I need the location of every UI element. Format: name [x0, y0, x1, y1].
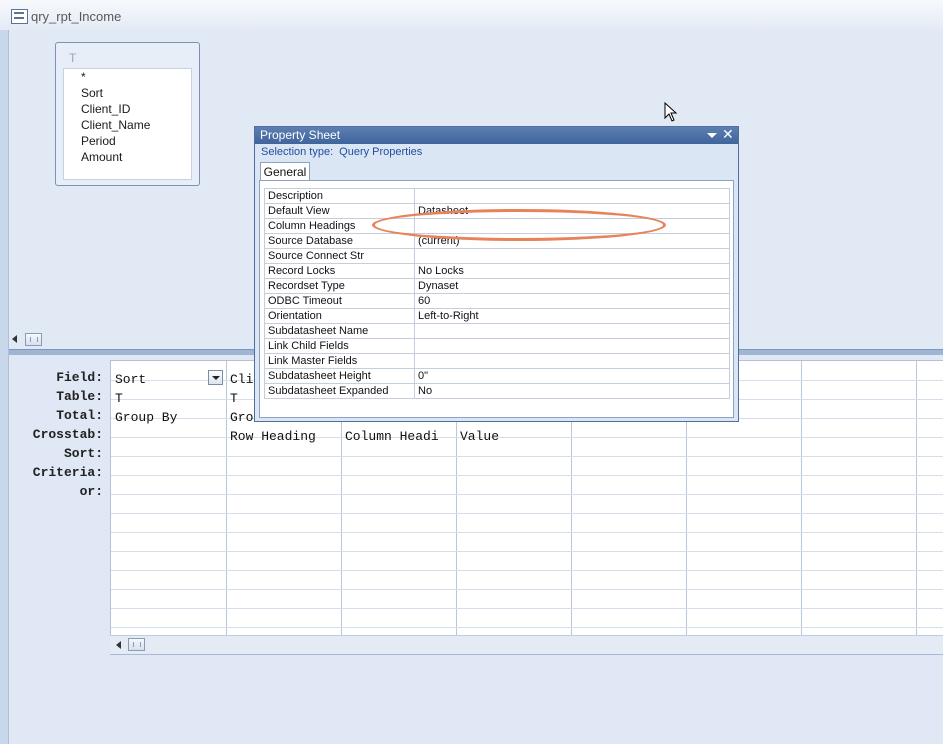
- property-row[interactable]: Record Locks No Locks: [264, 264, 730, 279]
- grid-cell-crosstab[interactable]: Value: [460, 427, 568, 446]
- selection-type-value: Query Properties: [339, 146, 423, 158]
- grid-cell-crosstab[interactable]: Row Heading: [230, 427, 338, 446]
- property-value[interactable]: No Locks: [418, 264, 464, 278]
- scroll-left-arrow-icon[interactable]: [116, 641, 121, 649]
- row-label-field: Field:: [56, 370, 103, 385]
- grid-cell-table[interactable]: T: [115, 389, 223, 408]
- grid-row-labels: Field: Table: Total: Crosstab: Sort: Cri…: [0, 368, 103, 501]
- window-titlebar: qry_rpt_Income: [0, 0, 943, 31]
- grid-cell-total[interactable]: Group By: [115, 408, 223, 427]
- property-sheet-header[interactable]: Property Sheet ✕: [255, 126, 738, 144]
- field-list[interactable]: * Sort Client_ID Client_Name Period Amou…: [63, 68, 192, 180]
- field-list-item[interactable]: Period: [64, 133, 191, 149]
- row-label-sort: Sort:: [63, 446, 103, 461]
- property-key: Default View: [268, 205, 330, 217]
- property-row[interactable]: Subdatasheet Height 0": [264, 369, 730, 384]
- property-key: Subdatasheet Name: [268, 325, 369, 337]
- row-label-table: Table:: [56, 389, 103, 404]
- close-icon[interactable]: ✕: [722, 126, 734, 143]
- property-key: ODBC Timeout: [268, 295, 342, 307]
- grid-cell-field[interactable]: Sort: [115, 370, 210, 389]
- property-key: Recordset Type: [268, 280, 345, 292]
- property-value[interactable]: Dynaset: [418, 279, 458, 293]
- dropdown-arrow-icon[interactable]: [707, 133, 717, 138]
- grid-scrollbar[interactable]: [110, 635, 943, 655]
- scroll-thumb[interactable]: [128, 638, 145, 651]
- scroll-thumb[interactable]: [25, 333, 42, 346]
- tab-general[interactable]: General: [260, 162, 310, 181]
- property-row[interactable]: ODBC Timeout 60: [264, 294, 730, 309]
- property-key: Source Database: [268, 235, 353, 247]
- field-list-item[interactable]: Amount: [64, 149, 191, 165]
- property-row[interactable]: Link Master Fields: [264, 354, 730, 369]
- highlight-ellipse: [372, 209, 666, 241]
- property-sheet-title: Property Sheet: [260, 128, 341, 142]
- property-key: Record Locks: [268, 265, 336, 277]
- property-value[interactable]: Left-to-Right: [418, 309, 479, 323]
- field-list-item[interactable]: Client_ID: [64, 101, 191, 117]
- row-label-crosstab: Crosstab:: [32, 427, 103, 442]
- field-list-item[interactable]: *: [64, 69, 191, 85]
- property-row[interactable]: Orientation Left-to-Right: [264, 309, 730, 324]
- field-list-item[interactable]: Sort: [64, 85, 191, 101]
- property-key: Orientation: [268, 310, 322, 322]
- property-key: Source Connect Str: [268, 250, 364, 262]
- property-value[interactable]: No: [418, 384, 432, 398]
- mouse-cursor-icon: [664, 102, 678, 122]
- selection-type: Selection type: Query Properties: [261, 146, 422, 158]
- field-list-item[interactable]: Client_Name: [64, 117, 191, 133]
- property-row[interactable]: Subdatasheet Expanded No: [264, 384, 730, 399]
- property-key: Link Child Fields: [268, 340, 349, 352]
- row-label-or: or:: [79, 484, 103, 499]
- property-row[interactable]: Recordset Type Dynaset: [264, 279, 730, 294]
- grid-cell-crosstab[interactable]: Column Headi: [345, 427, 455, 446]
- property-sheet[interactable]: Property Sheet ✕ Selection type: Query Pr…: [254, 126, 739, 422]
- property-value[interactable]: 60: [418, 294, 430, 308]
- table-field-list-title: T: [69, 51, 77, 65]
- property-row[interactable]: Link Child Fields: [264, 339, 730, 354]
- field-dropdown-button[interactable]: [208, 370, 223, 385]
- table-field-list[interactable]: T * Sort Client_ID Client_Name Period Am…: [55, 42, 200, 186]
- property-key: Subdatasheet Expanded: [268, 385, 389, 397]
- query-icon: [11, 9, 28, 24]
- property-row[interactable]: Description: [264, 189, 730, 204]
- selection-type-label: Selection type:: [261, 146, 334, 158]
- property-key: Link Master Fields: [268, 355, 358, 367]
- property-row[interactable]: Source Connect Str: [264, 249, 730, 264]
- row-label-total: Total:: [56, 408, 103, 423]
- property-row[interactable]: Subdatasheet Name: [264, 324, 730, 339]
- property-key: Subdatasheet Height: [268, 370, 371, 382]
- window-title: qry_rpt_Income: [31, 9, 122, 24]
- property-key: Description: [268, 190, 324, 202]
- scroll-left-arrow-icon[interactable]: [12, 335, 17, 343]
- property-value[interactable]: 0": [418, 369, 428, 383]
- row-label-criteria: Criteria:: [32, 465, 103, 480]
